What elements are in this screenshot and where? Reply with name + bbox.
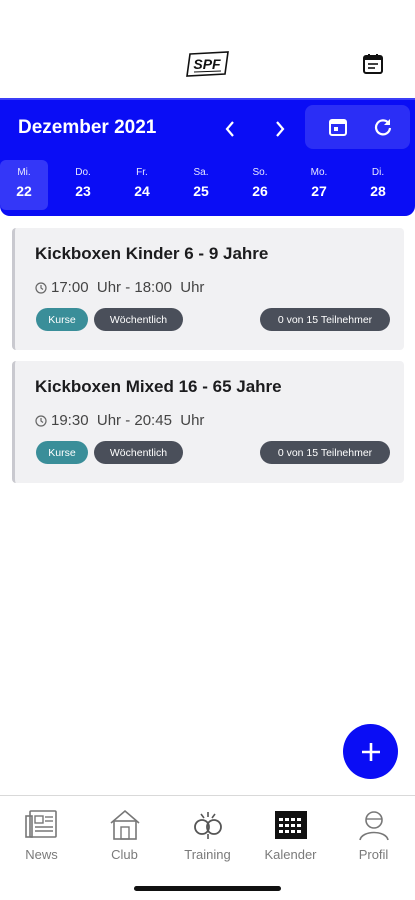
calendar-grid-icon xyxy=(274,811,307,839)
nav-profil[interactable]: Profil xyxy=(332,808,415,862)
day-item-25[interactable]: Sa. 25 xyxy=(177,160,225,210)
chevron-left-icon xyxy=(225,121,234,137)
app-root: SPF Dezember 2021 Mi. 22 Do. 23 Fr. 24 S… xyxy=(0,0,415,900)
next-week-button[interactable] xyxy=(263,114,297,144)
clock-icon xyxy=(35,414,47,427)
clock-icon xyxy=(35,281,47,294)
calendar-band: Dezember 2021 Mi. 22 Do. 23 Fr. 24 Sa. 2… xyxy=(0,98,415,216)
tag-frequency: Wöchentlich xyxy=(94,441,183,464)
day-name: Fr. xyxy=(136,167,148,178)
event-card[interactable]: Kickboxen Mixed 16 - 65 Jahre 19:30 Uhr … xyxy=(12,361,404,483)
day-date: 24 xyxy=(134,183,150,199)
week-day-strip: Mi. 22 Do. 23 Fr. 24 Sa. 25 So. 26 Mo. 2… xyxy=(0,160,415,212)
event-title: Kickboxen Kinder 6 - 9 Jahre xyxy=(35,244,269,263)
tag-type: Kurse xyxy=(36,441,88,464)
home-icon xyxy=(109,809,140,840)
day-item-22[interactable]: Mi. 22 xyxy=(0,160,48,210)
event-time-row: 19:30 Uhr - 20:45 Uhr xyxy=(35,412,204,429)
nav-label: News xyxy=(25,847,58,862)
day-date: 28 xyxy=(370,183,386,199)
event-card[interactable]: Kickboxen Kinder 6 - 9 Jahre 17:00 Uhr -… xyxy=(12,228,404,350)
refresh-button[interactable] xyxy=(369,113,397,141)
day-item-27[interactable]: Mo. 27 xyxy=(295,160,343,210)
nav-label: Profil xyxy=(358,847,389,862)
band-top-border xyxy=(0,98,415,100)
day-name: Di. xyxy=(371,167,385,178)
tag-frequency: Wöchentlich xyxy=(94,308,183,331)
day-date: 22 xyxy=(16,183,32,199)
today-button[interactable] xyxy=(324,113,352,141)
nav-kalender[interactable]: Kalender xyxy=(249,808,332,862)
club-logo: SPF xyxy=(185,50,230,78)
plus-icon xyxy=(361,742,380,761)
month-label: Dezember 2021 xyxy=(18,117,157,138)
training-icon xyxy=(193,812,222,839)
day-name: So. xyxy=(252,167,268,178)
day-item-26[interactable]: So. 26 xyxy=(236,160,284,210)
logo-text: SPF xyxy=(193,56,221,72)
chevron-right-icon xyxy=(276,121,285,137)
home-indicator xyxy=(134,886,281,891)
bottom-nav: News Club Training Kalender Profil xyxy=(0,795,415,900)
newspaper-icon xyxy=(24,810,57,838)
nav-training[interactable]: Training xyxy=(166,808,249,862)
event-time: 19:30 Uhr - 20:45 Uhr xyxy=(51,412,205,429)
top-header: SPF xyxy=(0,0,415,100)
add-event-button[interactable] xyxy=(343,724,398,779)
calendar-today-icon xyxy=(329,119,347,136)
calendar-icon[interactable] xyxy=(360,51,386,77)
profile-icon xyxy=(358,811,389,841)
day-name: Do. xyxy=(75,167,91,178)
previous-week-button[interactable] xyxy=(213,114,247,144)
nav-club[interactable]: Club xyxy=(83,808,166,862)
event-time-row: 17:00 Uhr - 18:00 Uhr xyxy=(35,279,204,296)
day-name: Mo. xyxy=(310,167,328,178)
tag-type: Kurse xyxy=(36,308,88,331)
nav-label: Kalender xyxy=(264,847,317,862)
day-date: 26 xyxy=(252,183,268,199)
day-date: 25 xyxy=(193,183,209,199)
nav-label: Club xyxy=(111,847,138,862)
day-date: 27 xyxy=(311,183,327,199)
day-date: 23 xyxy=(75,183,91,199)
calendar-tools xyxy=(305,105,410,149)
participants-badge: 0 von 15 Teilnehmer xyxy=(260,441,390,464)
day-item-24[interactable]: Fr. 24 xyxy=(118,160,166,210)
day-name: Sa. xyxy=(193,167,209,178)
day-item-23[interactable]: Do. 23 xyxy=(59,160,107,210)
refresh-icon xyxy=(374,119,392,136)
nav-label: Training xyxy=(184,847,231,862)
nav-news[interactable]: News xyxy=(0,808,83,862)
day-name: Mi. xyxy=(17,167,31,178)
day-item-28[interactable]: Di. 28 xyxy=(354,160,402,210)
event-title: Kickboxen Mixed 16 - 65 Jahre xyxy=(35,377,282,396)
event-time: 17:00 Uhr - 18:00 Uhr xyxy=(51,279,205,296)
participants-badge: 0 von 15 Teilnehmer xyxy=(260,308,390,331)
